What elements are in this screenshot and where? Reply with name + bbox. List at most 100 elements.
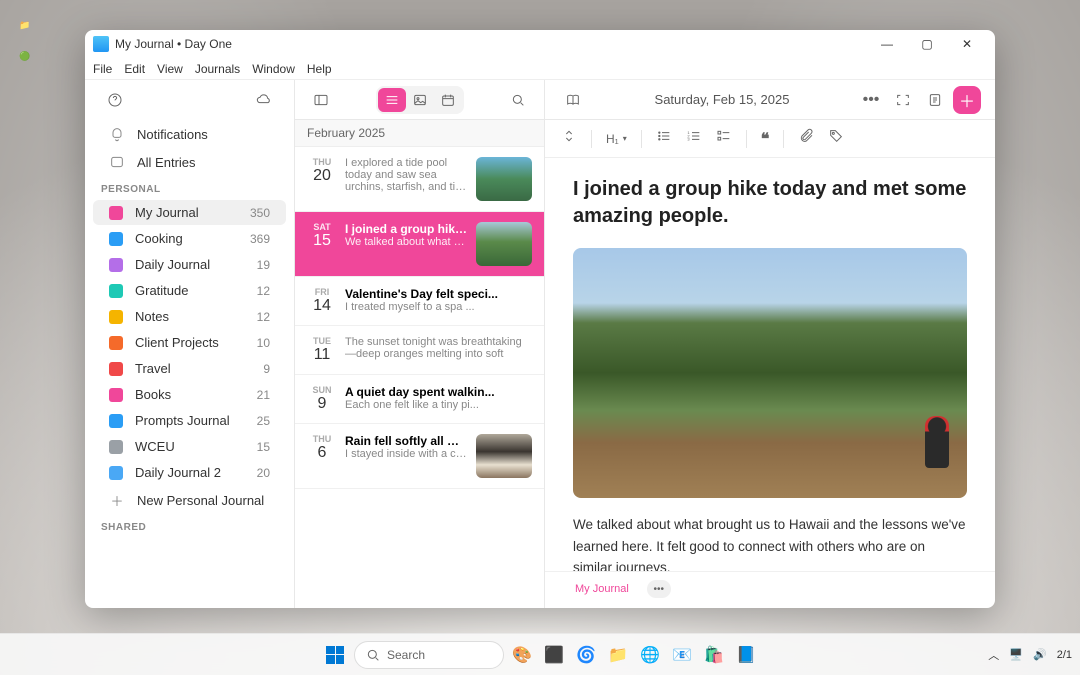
entry-item[interactable]: FRI14Valentine's Day felt speci...I trea… [295, 277, 544, 326]
all-entries-icon [109, 154, 125, 170]
taskbar-store-icon[interactable]: 🛍️ [700, 641, 728, 669]
entry-item[interactable]: TUE11The sunset tonight was breathtaking… [295, 326, 544, 375]
taskbar-edge-icon[interactable]: 🌐 [636, 641, 664, 669]
taskbar-search[interactable]: Search [354, 641, 504, 669]
menu-help[interactable]: Help [307, 62, 332, 76]
list-view-button[interactable] [378, 88, 406, 112]
entry-thumbnail [476, 157, 532, 201]
menu-bar: File Edit View Journals Window Help [85, 58, 995, 80]
taskbar-app-icon[interactable]: 🎨 [508, 641, 536, 669]
journal-color-icon [109, 388, 123, 402]
entry-image[interactable] [573, 248, 967, 498]
desktop-icons: 📁 🟢 [5, 20, 45, 82]
app-icon [93, 36, 109, 52]
titlebar[interactable]: My Journal • Day One — ▢ ✕ [85, 30, 995, 58]
desktop-icon[interactable]: 🟢 [5, 51, 45, 62]
journal-item[interactable]: Gratitude12 [93, 278, 286, 303]
journal-item[interactable]: Prompts Journal25 [93, 408, 286, 433]
sidebar-notifications[interactable]: Notifications [93, 121, 286, 147]
start-button[interactable] [320, 640, 350, 670]
entry-item[interactable]: THU6Rain fell softly all mornin...I stay… [295, 424, 544, 489]
close-button[interactable]: ✕ [947, 30, 987, 58]
calendar-view-button[interactable] [434, 88, 462, 112]
app-window: My Journal • Day One — ▢ ✕ File Edit View J… [85, 30, 995, 608]
fullscreen-icon[interactable] [889, 86, 917, 114]
journal-color-icon [109, 362, 123, 376]
menu-window[interactable]: Window [252, 62, 295, 76]
entry-list-pane: February 2025 THU20I explored a tide poo… [295, 80, 545, 608]
menu-file[interactable]: File [93, 62, 112, 76]
taskbar[interactable]: Search 🎨 ⬛ 🌀 📁 🌐 📧 🛍️ 📘 ︿ 🖥️ 🔊 2/1 [0, 633, 1080, 675]
journal-item[interactable]: Daily Journal 220 [93, 460, 286, 485]
format-toolbar: H₁ ▾ 123 ❝ [545, 120, 995, 158]
entry-item[interactable]: SAT15I joined a group hike toda...We tal… [295, 212, 544, 277]
more-options-icon[interactable]: ••• [857, 86, 885, 114]
entry-toolbar [295, 80, 544, 120]
journal-item[interactable]: Client Projects10 [93, 330, 286, 355]
editor-toolbar: Saturday, Feb 15, 2025 ••• ＋ [545, 80, 995, 120]
sidebar-section-shared: SHARED [85, 514, 294, 537]
journal-color-icon [109, 336, 123, 350]
tray-clock[interactable]: 2/1 [1057, 649, 1072, 661]
numbered-list-icon[interactable]: 123 [686, 128, 702, 149]
editor-body[interactable]: I joined a group hike today and met some… [545, 158, 995, 571]
tag-icon[interactable] [828, 128, 844, 149]
new-journal-button[interactable]: ＋ New Personal Journal [93, 487, 286, 513]
entry-title[interactable]: I joined a group hike today and met some… [573, 176, 967, 230]
tray-volume-icon[interactable]: 🔊 [1033, 648, 1047, 661]
entry-text[interactable]: We talked about what brought us to Hawai… [573, 514, 967, 571]
help-icon[interactable] [101, 86, 129, 114]
maximize-button[interactable]: ▢ [907, 30, 947, 58]
sidebar-toggle-icon[interactable] [307, 86, 335, 114]
media-view-button[interactable] [406, 88, 434, 112]
taskbar-dayone-icon[interactable]: 📘 [732, 641, 760, 669]
entry-thumbnail [476, 222, 532, 266]
tray-chevron-icon[interactable]: ︿ [988, 647, 999, 663]
journal-item[interactable]: Daily Journal19 [93, 252, 286, 277]
new-entry-button[interactable]: ＋ [953, 86, 981, 114]
journal-tag[interactable]: My Journal [565, 580, 639, 598]
heading-button[interactable]: H₁ ▾ [606, 132, 627, 146]
entry-info-icon[interactable] [921, 86, 949, 114]
journal-color-icon [109, 414, 123, 428]
tray-network-icon[interactable]: 🖥️ [1009, 648, 1023, 661]
journal-item[interactable]: My Journal350 [93, 200, 286, 225]
entry-month-header: February 2025 [295, 120, 544, 147]
journal-item[interactable]: Travel9 [93, 356, 286, 381]
search-icon[interactable] [504, 86, 532, 114]
journal-color-icon [109, 258, 123, 272]
journal-item[interactable]: Notes12 [93, 304, 286, 329]
menu-view[interactable]: View [157, 62, 183, 76]
reader-view-icon[interactable] [559, 86, 587, 114]
desktop-icon[interactable]: 📁 [5, 20, 45, 31]
checklist-icon[interactable] [716, 128, 732, 149]
minimize-button[interactable]: — [867, 30, 907, 58]
bullet-list-icon[interactable] [656, 128, 672, 149]
window-title: My Journal • Day One [115, 37, 867, 51]
entry-item[interactable]: THU20I explored a tide pool today and sa… [295, 147, 544, 212]
cloud-sync-icon[interactable] [250, 86, 278, 114]
journal-color-icon [109, 284, 123, 298]
collapse-icon[interactable] [561, 128, 577, 149]
menu-edit[interactable]: Edit [124, 62, 145, 76]
sidebar-all-entries[interactable]: All Entries [93, 149, 286, 175]
entry-footer: My Journal ••• [545, 571, 995, 608]
system-tray[interactable]: ︿ 🖥️ 🔊 2/1 [988, 647, 1072, 663]
journal-item[interactable]: Cooking369 [93, 226, 286, 251]
menu-journals[interactable]: Journals [195, 62, 240, 76]
journal-item[interactable]: Books21 [93, 382, 286, 407]
quote-icon[interactable]: ❝ [761, 129, 770, 149]
entry-thumbnail [476, 434, 532, 478]
sidebar: Notifications All Entries PERSONAL My Jo… [85, 80, 295, 608]
tag-more-button[interactable]: ••• [647, 580, 671, 598]
taskbar-outlook-icon[interactable]: 📧 [668, 641, 696, 669]
attachment-icon[interactable] [798, 128, 814, 149]
taskbar-task-view-icon[interactable]: ⬛ [540, 641, 568, 669]
entry-item[interactable]: SUN9A quiet day spent walkin...Each one … [295, 375, 544, 424]
window-controls: — ▢ ✕ [867, 30, 987, 58]
taskbar-copilot-icon[interactable]: 🌀 [572, 641, 600, 669]
journal-item[interactable]: WCEU15 [93, 434, 286, 459]
entry-date[interactable]: Saturday, Feb 15, 2025 [587, 92, 857, 107]
taskbar-explorer-icon[interactable]: 📁 [604, 641, 632, 669]
journal-color-icon [109, 466, 123, 480]
